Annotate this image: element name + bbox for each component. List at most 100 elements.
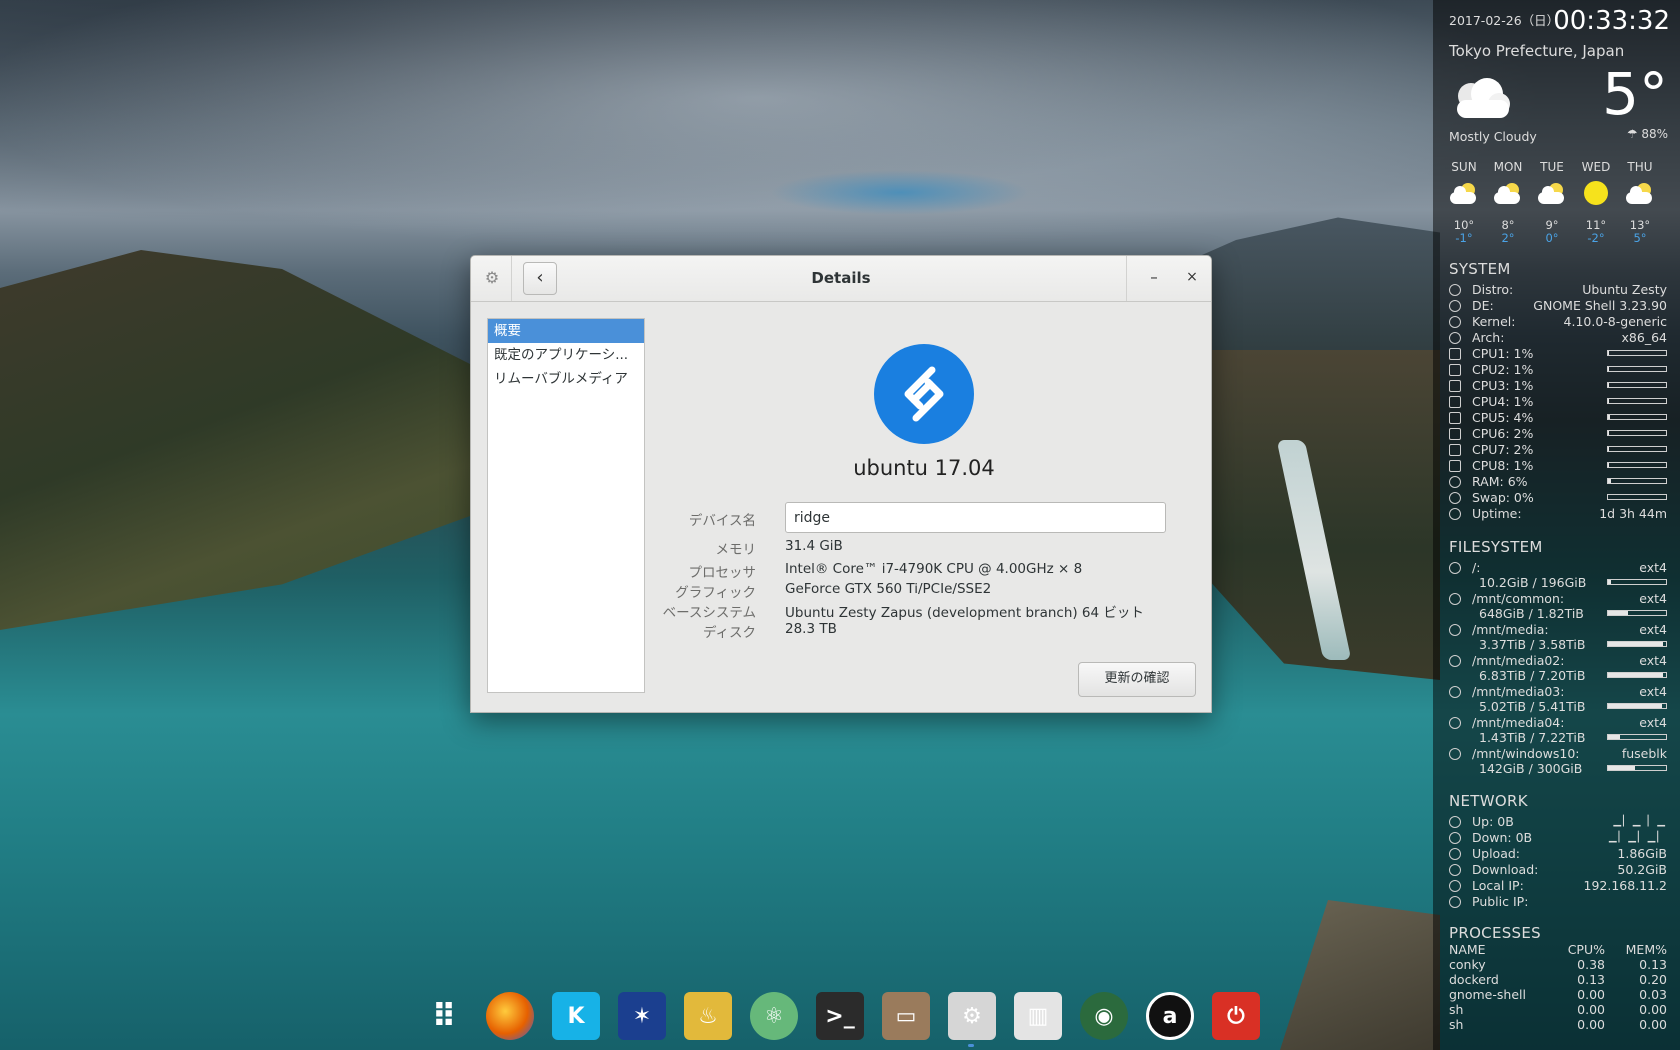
system-value: Ubuntu Zesty xyxy=(1582,282,1667,297)
fs-mount: /mnt/windows10: xyxy=(1472,746,1580,761)
cpu-label: CPU6: 2% xyxy=(1472,426,1534,441)
proc-cpu: 0.13 xyxy=(1577,972,1605,987)
net-row: Up: 0B ▁▏▁ ▏▁ xyxy=(1449,814,1667,830)
device-name-field[interactable] xyxy=(785,502,1166,533)
system-row: Arch: x86_64 xyxy=(1449,330,1667,346)
process-row: sh 0.00 0.00 xyxy=(1449,1002,1667,1017)
amazon-icon[interactable]: a xyxy=(1146,992,1194,1040)
fs-usage-text: 1.43TiB / 7.22TiB xyxy=(1479,730,1586,745)
ram-icon xyxy=(1449,476,1461,488)
fs-bar xyxy=(1607,610,1667,616)
net-label: Local IP: xyxy=(1472,878,1524,893)
running-indicator xyxy=(968,1044,974,1047)
cpu-icon xyxy=(1449,428,1461,440)
local-ip-icon xyxy=(1449,880,1461,892)
cpu-bar xyxy=(1607,462,1667,468)
sidebar-item-overview[interactable]: 概要 xyxy=(488,319,644,343)
file-manager-icon[interactable]: ▭ xyxy=(882,992,930,1040)
cpu-icon xyxy=(1449,380,1461,392)
kodi-icon[interactable]: K xyxy=(552,992,600,1040)
proc-mem: 0.03 xyxy=(1639,987,1667,1002)
check-updates-button[interactable]: 更新の確認 xyxy=(1078,662,1196,697)
fs-type: fuseblk xyxy=(1621,746,1667,761)
mostly-cloudy-icon xyxy=(1449,74,1513,126)
battle-net-icon[interactable]: ✶ xyxy=(618,992,666,1040)
fs-mount: /mnt/common: xyxy=(1472,591,1565,606)
proc-name: gnome-shell xyxy=(1449,987,1526,1002)
fs-mount: /mnt/media03: xyxy=(1472,684,1565,699)
cpu-row: CPU4: 1% xyxy=(1449,394,1667,410)
fs-row: /mnt/media: ext4 xyxy=(1449,622,1667,638)
close-button[interactable]: × xyxy=(1181,266,1203,288)
forecast-day: THU 13° 5° xyxy=(1617,160,1663,245)
forecast-day: WED 11° -2° xyxy=(1573,160,1619,245)
proc-mem: 0.20 xyxy=(1639,972,1667,987)
current-temp: 5° xyxy=(1602,60,1668,128)
process-row: conky 0.38 0.13 xyxy=(1449,957,1667,972)
terminal-icon[interactable]: >_ xyxy=(816,992,864,1040)
system-tools-icon[interactable]: ⚙ xyxy=(948,992,996,1040)
disk-icon xyxy=(1449,686,1461,698)
disk-icon xyxy=(1449,717,1461,729)
net-row: Public IP: xyxy=(1449,894,1667,910)
fs-usage: 10.2GiB / 196GiB xyxy=(1479,575,1667,590)
upload-arrow-icon xyxy=(1449,816,1461,828)
fs-bar xyxy=(1607,765,1667,771)
cpu-icon xyxy=(1449,460,1461,472)
graphics-value: GeForce GTX 560 Ti/PCIe/SSE2 xyxy=(785,581,992,597)
disk-label: ディスク xyxy=(702,625,756,641)
cpu-bar xyxy=(1607,350,1667,356)
cpu-row: CPU5: 4% xyxy=(1449,410,1667,426)
partly-cloudy-icon xyxy=(1450,183,1476,204)
proc-cpu: 0.00 xyxy=(1577,1017,1605,1032)
fs-usage-text: 3.37TiB / 3.58TiB xyxy=(1479,637,1586,652)
power-icon[interactable]: ⏻ xyxy=(1212,992,1260,1040)
disk-value: 28.3 TB xyxy=(785,621,837,637)
fs-mount: /mnt/media02: xyxy=(1472,653,1565,668)
fs-usage: 3.37TiB / 3.58TiB xyxy=(1479,637,1667,652)
minimize-button[interactable]: – xyxy=(1143,266,1165,288)
fs-usage-text: 648GiB / 1.82TiB xyxy=(1479,606,1584,621)
sidebar-item-default-apps[interactable]: 既定のアプリケーシ... xyxy=(488,343,644,367)
genie-lamp-icon[interactable]: ♨ xyxy=(684,992,732,1040)
fs-bar xyxy=(1607,734,1667,740)
fs-usage-text: 5.02TiB / 5.41TiB xyxy=(1479,699,1586,714)
processor-value: Intel® Core™ i7-4790K CPU @ 4.00GHz × 8 xyxy=(785,561,1083,577)
location-text: Tokyo Prefecture, Japan xyxy=(1449,42,1625,60)
fs-type: ext4 xyxy=(1639,560,1667,575)
fs-mount: /: xyxy=(1472,560,1481,575)
fs-bar xyxy=(1607,579,1667,585)
cpu-bar xyxy=(1607,382,1667,388)
sidebar-item-removable-media[interactable]: リムーバブルメディア xyxy=(488,367,644,391)
cpu-bar xyxy=(1607,398,1667,404)
firefox-icon[interactable] xyxy=(486,992,534,1040)
app-grid-icon[interactable]: ⠿ xyxy=(420,992,468,1040)
net-value: 192.168.11.2 xyxy=(1583,878,1668,893)
filesystem-section-title: FILESYSTEM xyxy=(1449,538,1543,556)
camera-icon[interactable]: ◉ xyxy=(1080,992,1128,1040)
fs-usage: 5.02TiB / 5.41TiB xyxy=(1479,699,1667,714)
forecast-day-label: MON xyxy=(1493,160,1523,174)
window-title: Details xyxy=(811,269,871,287)
cpu-icon xyxy=(1449,348,1461,360)
net-value: 1.86GiB xyxy=(1617,846,1667,861)
graphics-label: グラフィック xyxy=(675,585,756,601)
cpu-bar xyxy=(1607,366,1667,372)
fs-usage-text: 142GiB / 300GiB xyxy=(1479,761,1583,776)
system-label: Arch: xyxy=(1472,330,1505,345)
forecast-day-label: SUN xyxy=(1451,160,1477,174)
fs-bar xyxy=(1607,641,1667,647)
fs-row: /mnt/media04: ext4 xyxy=(1449,715,1667,731)
os-name: ubuntu 17.04 xyxy=(853,456,995,480)
ubuntu-icon xyxy=(1449,332,1461,344)
cpu-label: CPU8: 1% xyxy=(1472,458,1534,473)
forecast-low: 5° xyxy=(1633,231,1647,245)
wallpaper-rock xyxy=(1280,900,1440,1050)
cpu-icon xyxy=(1449,412,1461,424)
cpu-bar xyxy=(1607,414,1667,420)
proc-name: sh xyxy=(1449,1002,1464,1017)
atom-icon[interactable]: ⚛ xyxy=(750,992,798,1040)
net-label: Down: 0B xyxy=(1472,830,1533,845)
forecast-day: SUN 10° -1° xyxy=(1441,160,1487,245)
mixer-icon[interactable]: ▥ xyxy=(1014,992,1062,1040)
